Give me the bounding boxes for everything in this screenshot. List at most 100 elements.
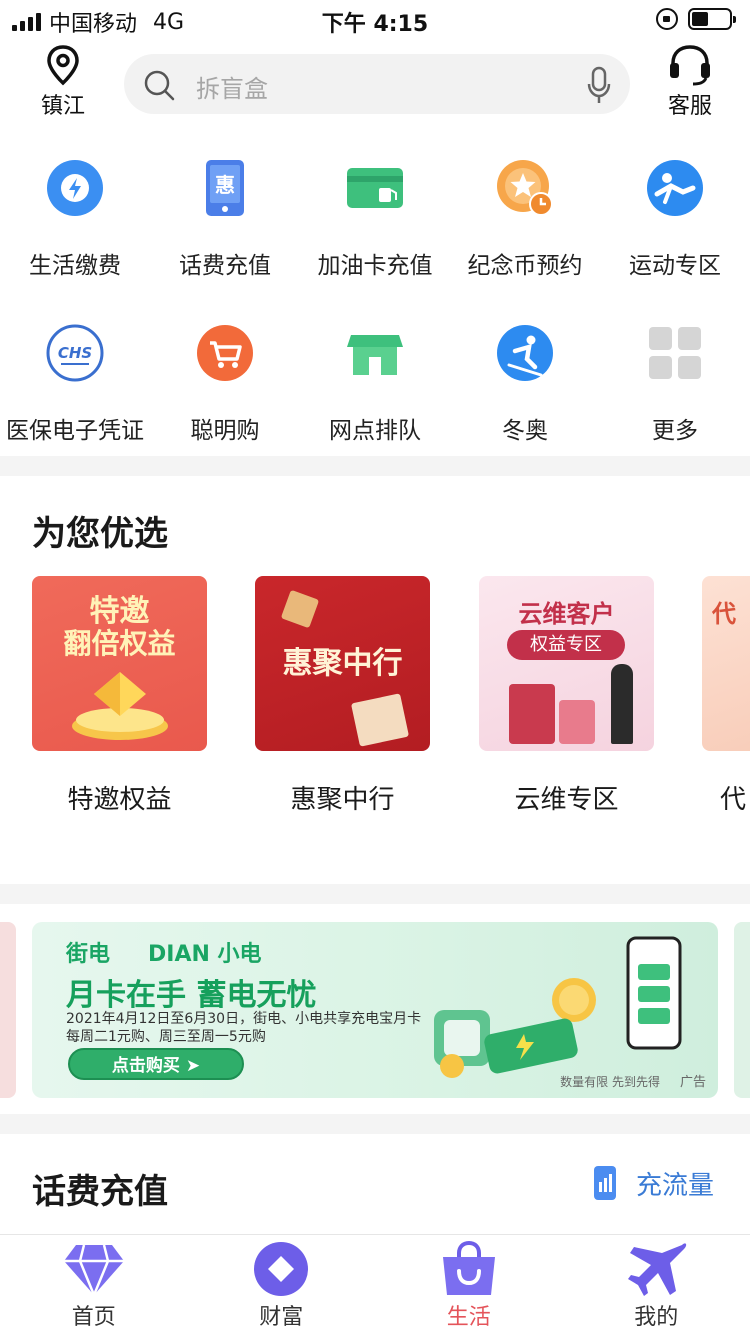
card-caption: 代 [720,785,747,815]
tab-label: 首页 [71,1305,116,1330]
gift-illustration [280,589,320,629]
service-label: 运动专区 [629,253,721,279]
data-topup-label: 充流量 [635,1170,714,1201]
ad-banner[interactable]: 街电 DIAN 小电 月卡在手 蓄电无忧 2021年4月12日至6月30日，街电… [32,922,718,1098]
chs-icon: CHS [46,324,104,382]
card-art-text: 云维客户 [518,600,615,628]
card-caption: 特邀权益 [67,785,172,815]
grid-more-icon [649,327,701,379]
tab-mine[interactable]: 我的 [563,1235,750,1334]
search-bar[interactable]: 拆盲盒 [124,54,630,114]
ad-brand-left: 街电 [66,942,111,967]
status-time: 下午 4:15 [321,12,429,37]
shopping-bag-icon [442,1241,495,1295]
ad-note: 数量有限 先到先得 [560,1075,660,1089]
status-bar: 中国移动 4G 下午 4:15 [0,0,750,40]
section-divider [0,456,750,476]
service-label: 聪明购 [190,418,260,444]
card-image: 云维客户 权益专区 [479,576,654,751]
ski-icon [497,325,553,381]
sport-icon [647,160,703,216]
gem-illustration [72,672,168,740]
power-bank-illustration [434,978,596,1078]
microphone-icon[interactable] [586,65,612,105]
tab-life[interactable]: 生活 [375,1235,563,1334]
card-art-text: 代 [712,600,736,628]
service-label: 生活缴费 [29,253,121,279]
data-topup-link[interactable]: 充流量 [592,1164,714,1202]
section-divider [0,884,750,904]
service-label: 纪念币预约 [467,253,583,279]
recommend-card[interactable]: 代 代 [702,576,750,816]
service-label: 话费充值 [179,253,271,279]
rotation-lock-icon [656,8,678,30]
wealth-icon [254,1242,309,1296]
card-art-text: 翻倍权益 [63,627,176,660]
search-placeholder: 拆盲盒 [196,75,268,103]
recommend-card[interactable]: 云维客户 权益专区 云维专区 [479,576,654,816]
tab-home[interactable]: 首页 [0,1235,188,1334]
location-pin-icon [47,45,79,86]
card-image: 代 [702,576,750,751]
bottom-tab-bar: 首页 财富 生活 我的 [0,1234,750,1334]
shopping-bag-illustration [509,684,555,744]
card-image: 惠聚中行 [255,576,430,751]
recommend-card[interactable]: 惠聚中行 惠聚中行 [255,576,430,816]
service-item-utility-payment[interactable]: 生活缴费 [0,150,150,315]
customer-service-label: 客服 [667,94,712,119]
ad-subtext: 2021年4月12日至6月30日，街电、小电共享充电宝月卡 [66,1011,422,1027]
location-label: 镇江 [40,94,85,119]
customer-service-button[interactable]: 客服 [658,44,722,120]
headset-icon [670,45,710,86]
tab-label: 财富 [259,1305,304,1330]
figure-illustration [611,664,633,744]
service-label: 网点排队 [329,418,421,444]
service-label: 更多 [652,418,698,444]
card-caption: 惠聚中行 [290,785,395,815]
recommend-carousel[interactable]: 特邀 翻倍权益 特邀权益 惠聚中行 惠聚中行 云维客户 权益专区 云维专区 代 … [32,576,750,816]
topup-title: 话费充值 [32,1172,168,1212]
phone-bill-icon: 惠 [206,160,244,216]
location-button[interactable]: 镇江 [28,44,98,120]
service-item-fuel-card[interactable]: 加油卡充值 [300,150,450,315]
card-caption: 云维专区 [514,785,619,815]
ad-buy-button[interactable]: 点击购买 ➤ [68,1048,244,1080]
ad-brand-right: DIAN 小电 [148,942,262,967]
section-divider [0,1114,750,1134]
fuel-card-icon [347,168,403,208]
recommend-card[interactable]: 特邀 翻倍权益 特邀权益 [32,576,207,816]
phone-chart-icon [593,1166,616,1200]
status-right [656,8,736,30]
tab-label: 生活 [446,1305,491,1330]
recommend-title: 为您优选 [32,514,168,554]
card-art-text: 惠聚中行 [282,646,403,681]
svg-text:惠: 惠 [215,173,235,197]
ticket-illustration [350,693,410,747]
battery-icon [688,8,736,30]
card-art-text: 权益专区 [507,630,625,660]
service-item-coin-booking[interactable]: 纪念币预约 [450,150,600,315]
diamond-icon [63,1244,124,1297]
plane-icon [628,1243,687,1296]
service-label: 医保电子凭证 [6,418,144,444]
carousel-prev-peek[interactable] [0,922,16,1098]
chs-badge-text: CHS [58,344,92,362]
carousel-next-peek[interactable] [734,922,750,1098]
tab-wealth[interactable]: 财富 [188,1235,376,1334]
cart-icon [197,325,253,381]
service-item-phone-bill[interactable]: 惠 话费充值 [150,150,300,315]
service-item-sports[interactable]: 运动专区 [600,150,750,315]
ad-tag: 广告 [679,1075,706,1090]
service-row: 生活缴费 惠 话费充值 加油卡充值 纪念币预约 运动专区 [0,150,750,315]
store-icon [347,335,403,375]
search-icon [144,70,175,101]
service-label: 加油卡充值 [317,253,433,279]
top-header: 镇江 拆盲盒 客服 [0,44,750,124]
ad-subtext: 每周二1元购、周三至周一5元购 [66,1029,266,1045]
phone-battery-illustration [626,936,682,1050]
coin-icon [497,160,553,216]
tab-label: 我的 [634,1305,679,1330]
service-label: 冬奥 [502,418,548,444]
shopping-bag-illustration [559,700,595,744]
service-grid: 生活缴费 惠 话费充值 加油卡充值 纪念币预约 运动专区 CHS 医保电子凭证 … [0,150,750,480]
